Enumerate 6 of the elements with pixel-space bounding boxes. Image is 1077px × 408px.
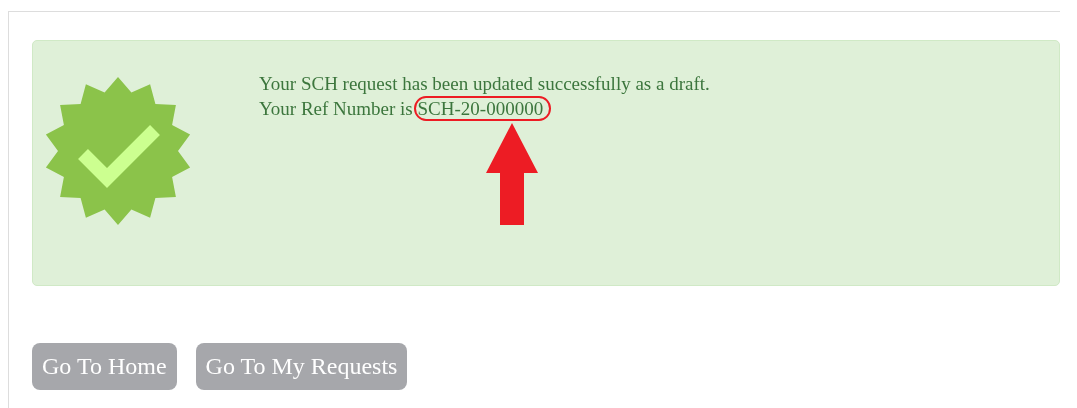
reference-label: Your Ref Number is <box>259 98 413 119</box>
navigation-button[interactable]: Go To My Requests <box>195 343 408 390</box>
check-badge-icon <box>43 76 193 226</box>
navigation-button[interactable]: Go To Home <box>32 343 177 390</box>
reference-number: SCH-20-000000 <box>413 96 552 121</box>
success-message: Your SCH request has been updated successfully as a draft. <box>259 72 710 96</box>
